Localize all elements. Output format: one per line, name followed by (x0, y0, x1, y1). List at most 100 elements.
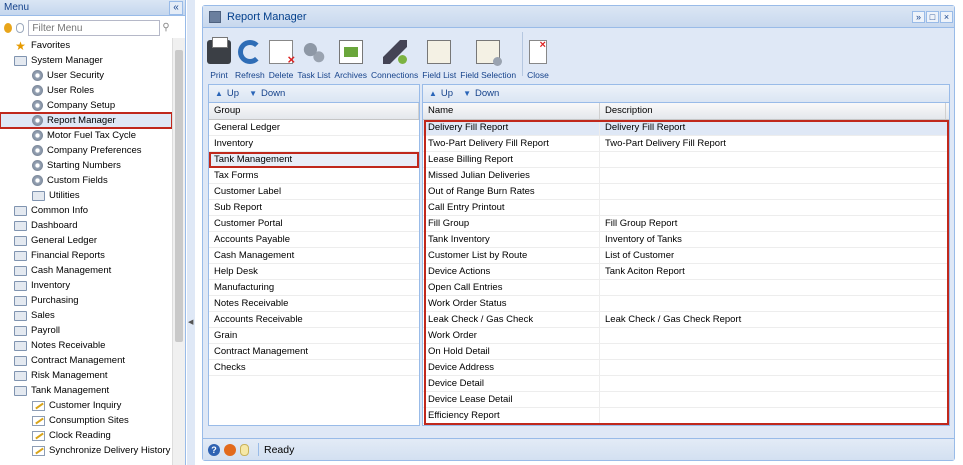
sidebar-item-utilities[interactable]: Utilities (0, 188, 172, 203)
group-column-header[interactable]: Group (209, 103, 419, 119)
sidebar-item-general-ledger[interactable]: General Ledger (0, 233, 172, 248)
lightbulb-icon[interactable] (240, 443, 249, 456)
group-down-button[interactable]: ▼ Down (249, 88, 285, 99)
group-cell: Inventory (214, 138, 254, 149)
panel-splitter[interactable]: ◀ (187, 0, 195, 465)
sidebar-item-risk-management[interactable]: Risk Management (0, 368, 172, 383)
task-list-button[interactable]: Task List (297, 40, 330, 80)
report-row[interactable]: Work Order (423, 328, 949, 344)
collapse-menu-button[interactable]: « (169, 0, 183, 15)
report-row[interactable]: Lease Billing Report (423, 152, 949, 168)
print-button[interactable]: Print (207, 37, 231, 80)
sidebar-item-cash-management[interactable]: Cash Management (0, 263, 172, 278)
report-row[interactable]: Device Address (423, 360, 949, 376)
report-row[interactable]: Call Entry Printout (423, 200, 949, 216)
sidebar-item-custom-fields[interactable]: Custom Fields (0, 173, 172, 188)
group-row[interactable]: Grain (209, 328, 419, 344)
report-row[interactable]: Open Call Entries (423, 280, 949, 296)
report-row[interactable]: Delivery Fill Report Delivery Fill Report (423, 120, 949, 136)
group-row[interactable]: Tax Forms (209, 168, 419, 184)
error-icon[interactable] (224, 443, 236, 456)
menu-scrollbar[interactable] (172, 38, 185, 465)
group-row[interactable]: Customer Label (209, 184, 419, 200)
report-row[interactable]: Missed Julian Deliveries (423, 168, 949, 184)
description-column-header[interactable]: Description (600, 103, 946, 119)
sidebar-item-clock-reading[interactable]: Clock Reading (0, 428, 172, 443)
sidebar-item-system-manager[interactable]: System Manager (0, 53, 172, 68)
sidebar-item-sales[interactable]: Sales (0, 308, 172, 323)
sidebar-item-user-security[interactable]: User Security (0, 68, 172, 83)
sidebar-item-purchasing[interactable]: Purchasing (0, 293, 172, 308)
report-row[interactable]: On Hold Detail (423, 344, 949, 360)
sidebar-item-tank-management[interactable]: Tank Management (0, 383, 172, 398)
group-row[interactable]: Tank Management (209, 152, 419, 168)
report-row[interactable]: Out of Range Burn Rates (423, 184, 949, 200)
sidebar-item-favorites[interactable]: ★ Favorites (0, 38, 172, 53)
group-row[interactable]: Notes Receivable (209, 296, 419, 312)
field-list-button[interactable]: Field List (422, 40, 456, 80)
minimize-button[interactable]: » (912, 10, 925, 23)
group-row[interactable]: Checks (209, 360, 419, 376)
sidebar-item-motor-fuel-tax-cycle[interactable]: Motor Fuel Tax Cycle (0, 128, 172, 143)
group-row[interactable]: Cash Management (209, 248, 419, 264)
report-row[interactable]: Efficiency Report (423, 408, 949, 424)
sidebar-item-label: Clock Reading (49, 430, 111, 441)
sidebar-item-inventory[interactable]: Inventory (0, 278, 172, 293)
group-row[interactable]: Manufacturing (209, 280, 419, 296)
report-row[interactable]: Device Actions Tank Aciton Report (423, 264, 949, 280)
report-row[interactable]: Two-Part Delivery Fill Report Two-Part De… (423, 136, 949, 152)
clip-icon[interactable] (16, 23, 25, 33)
sidebar-item-user-roles[interactable]: User Roles (0, 83, 172, 98)
sidebar-item-report-manager[interactable]: Report Manager (0, 112, 172, 129)
group-cell: Cash Management (214, 250, 295, 261)
name-column-header[interactable]: Name (423, 103, 600, 119)
group-row[interactable]: Help Desk (209, 264, 419, 280)
sidebar-item-customer-inquiry[interactable]: Customer Inquiry (0, 398, 172, 413)
sidebar-item-notes-receivable[interactable]: Notes Receivable (0, 338, 172, 353)
refresh-button[interactable]: Refresh (235, 40, 265, 80)
report-row[interactable]: Leak Check / Gas Check Leak Check / Gas C… (423, 312, 949, 328)
report-row[interactable]: Fill Group Fill Group Report (423, 216, 949, 232)
archives-button[interactable]: Archives (334, 40, 367, 80)
maximize-button[interactable]: □ (926, 10, 939, 23)
favorites-star-icon[interactable] (4, 23, 12, 33)
sidebar-item-company-setup[interactable]: Company Setup (0, 98, 172, 113)
help-icon[interactable]: ? (208, 443, 220, 456)
menu-scrollbar-thumb[interactable] (175, 50, 183, 342)
sidebar-item-synchronize-delivery-history[interactable]: Synchronize Delivery History (0, 443, 172, 458)
report-row[interactable]: Work Order Status (423, 296, 949, 312)
close-window-button[interactable]: × (940, 10, 953, 23)
filter-menu-input[interactable] (28, 20, 161, 36)
close-button[interactable]: Close (527, 39, 549, 80)
search-icon[interactable]: ⚲ (162, 22, 172, 34)
group-up-button[interactable]: ▲ Up (215, 88, 239, 99)
report-row[interactable]: Tank Inventory Inventory of Tanks (423, 232, 949, 248)
report-row[interactable]: Device Detail (423, 376, 949, 392)
refresh-icon (237, 40, 262, 64)
field-selection-button[interactable]: Field Selection (460, 40, 516, 80)
group-row[interactable]: Contract Management (209, 344, 419, 360)
connections-button[interactable]: Connections (371, 40, 418, 80)
sidebar-item-dashboard[interactable]: Dashboard (0, 218, 172, 233)
group-row[interactable]: Accounts Receivable (209, 312, 419, 328)
field-selection-icon (476, 40, 503, 66)
splitter-arrow-icon[interactable]: ◀ (188, 318, 193, 326)
sidebar-item-common-info[interactable]: Common Info (0, 203, 172, 218)
group-row[interactable]: Sub Report (209, 200, 419, 216)
group-row[interactable]: General Ledger (209, 120, 419, 136)
sidebar-item-financial-reports[interactable]: Financial Reports (0, 248, 172, 263)
sidebar-item-consumption-sites[interactable]: Consumption Sites (0, 413, 172, 428)
delete-button[interactable]: Delete (269, 40, 295, 80)
report-down-button[interactable]: ▼ Down (463, 88, 499, 99)
sidebar-item-label: System Manager (31, 55, 103, 66)
report-row[interactable]: Customer List by Route List of Customer (423, 248, 949, 264)
sidebar-item-starting-numbers[interactable]: Starting Numbers (0, 158, 172, 173)
group-row[interactable]: Accounts Payable (209, 232, 419, 248)
report-row[interactable]: Device Lease Detail (423, 392, 949, 408)
sidebar-item-payroll[interactable]: Payroll (0, 323, 172, 338)
sidebar-item-company-preferences[interactable]: Company Preferences (0, 143, 172, 158)
group-row[interactable]: Customer Portal (209, 216, 419, 232)
group-row[interactable]: Inventory (209, 136, 419, 152)
sidebar-item-contract-management[interactable]: Contract Management (0, 353, 172, 368)
report-up-button[interactable]: ▲ Up (429, 88, 453, 99)
